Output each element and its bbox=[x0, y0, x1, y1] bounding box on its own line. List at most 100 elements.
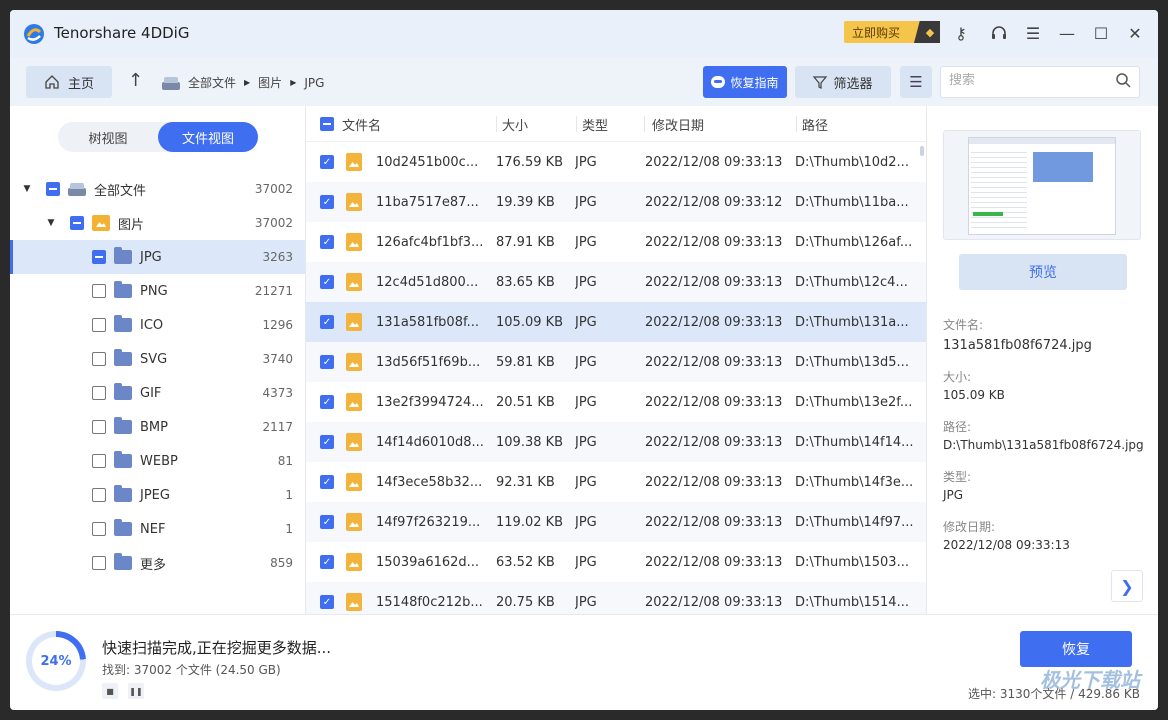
sidebar-item-more[interactable]: 更多 859 bbox=[10, 546, 305, 580]
table-row[interactable]: ✓ 15039a6162d... 63.52 KB JPG 2022/12/08 09:… bbox=[306, 542, 926, 582]
row-checkbox[interactable]: ✓ bbox=[320, 355, 334, 369]
next-file-button[interactable]: ❯ bbox=[1111, 570, 1143, 602]
checkbox[interactable] bbox=[92, 284, 106, 298]
table-row[interactable]: ✓ 13e2f3994724... 20.51 KB JPG 2022/12/08 09… bbox=[306, 382, 926, 422]
view-toggle: 树视图 文件视图 bbox=[58, 122, 258, 152]
sidebar-item-png[interactable]: PNG 21271 bbox=[10, 274, 305, 308]
column-header-size[interactable]: 大小 bbox=[502, 106, 528, 142]
checkbox[interactable] bbox=[92, 386, 106, 400]
row-checkbox[interactable]: ✓ bbox=[320, 395, 334, 409]
table-row[interactable]: ✓ 14f97f263219... 119.02 KB JPG 2022/12/08 0… bbox=[306, 502, 926, 542]
up-arrow-icon[interactable]: ↑ bbox=[128, 70, 143, 91]
row-checkbox[interactable]: ✓ bbox=[320, 155, 334, 169]
file-size-cell: 83.65 KB bbox=[496, 274, 555, 290]
table-row[interactable]: ✓ 12c4d51d800... 83.65 KB JPG 2022/12/08 09:… bbox=[306, 262, 926, 302]
key-icon[interactable]: ⚷ bbox=[950, 22, 972, 44]
column-divider[interactable] bbox=[644, 116, 645, 132]
filter-button[interactable]: 筛选器 bbox=[795, 66, 891, 98]
breadcrumb-item[interactable]: JPG bbox=[304, 76, 324, 90]
file-name-cell: 13e2f3994724... bbox=[376, 394, 484, 410]
breadcrumb-item[interactable]: 全部文件 bbox=[188, 74, 236, 91]
table-row[interactable]: ✓ 131a581fb08f... 105.09 KB JPG 2022/12/08 0… bbox=[306, 302, 926, 342]
home-button[interactable]: 主页 bbox=[26, 66, 112, 98]
column-divider[interactable] bbox=[796, 116, 797, 132]
column-divider[interactable] bbox=[496, 116, 497, 132]
app-window: Tenorshare 4DDiG 立即购买 ◆ ⚷ ☰ — ☐ ✕ 主页 ↑ 全… bbox=[10, 10, 1158, 710]
column-header-date[interactable]: 修改日期 bbox=[652, 106, 704, 142]
expand-caret-icon[interactable]: ▼ bbox=[46, 218, 56, 228]
sidebar-item-count: 1 bbox=[285, 488, 293, 502]
table-row[interactable]: ✓ 126afc4bf1bf3... 87.91 KB JPG 2022/12/08 0… bbox=[306, 222, 926, 262]
close-icon[interactable]: ✕ bbox=[1124, 22, 1146, 44]
image-file-icon bbox=[346, 473, 362, 491]
breadcrumb-item[interactable]: 图片 bbox=[258, 74, 282, 91]
sidebar-item-all-files[interactable]: ▼ 全部文件 37002 bbox=[10, 172, 305, 206]
row-checkbox[interactable]: ✓ bbox=[320, 475, 334, 489]
row-checkbox[interactable]: ✓ bbox=[320, 555, 334, 569]
row-checkbox[interactable]: ✓ bbox=[320, 515, 334, 529]
sidebar-item-label: ICO bbox=[140, 317, 164, 333]
sidebar-item-jpg[interactable]: JPG 3263 bbox=[10, 240, 305, 274]
table-row[interactable]: ✓ 14f14d6010d8... 109.38 KB JPG 2022/12/08 0… bbox=[306, 422, 926, 462]
sidebar-item-bmp[interactable]: BMP 2117 bbox=[10, 410, 305, 444]
table-row[interactable]: ✓ 14f3ece58b32... 92.31 KB JPG 2022/12/08 09… bbox=[306, 462, 926, 502]
sidebar-item-images[interactable]: ▼ 图片 37002 bbox=[10, 206, 305, 240]
row-checkbox[interactable]: ✓ bbox=[320, 315, 334, 329]
file-path-cell: D:\Thumb\13e2f... bbox=[795, 394, 913, 410]
checkbox[interactable] bbox=[92, 318, 106, 332]
drive-icon bbox=[162, 76, 180, 90]
checkbox[interactable] bbox=[92, 454, 106, 468]
stop-icon[interactable]: ■ bbox=[102, 683, 118, 699]
file-size-cell: 92.31 KB bbox=[496, 474, 555, 490]
table-row[interactable]: ✓ 10d2451b00c... 176.59 KB JPG 2022/12/08 09… bbox=[306, 142, 926, 182]
tab-file-view[interactable]: 文件视图 bbox=[158, 122, 258, 152]
checkbox[interactable] bbox=[92, 488, 106, 502]
pause-icon[interactable]: ❚❚ bbox=[128, 683, 144, 699]
sidebar-item-webp[interactable]: WEBP 81 bbox=[10, 444, 305, 478]
checkbox[interactable] bbox=[92, 352, 106, 366]
sidebar-item-svg[interactable]: SVG 3740 bbox=[10, 342, 305, 376]
checkbox[interactable] bbox=[70, 216, 84, 230]
row-checkbox[interactable]: ✓ bbox=[320, 595, 334, 609]
checkbox[interactable] bbox=[92, 420, 106, 434]
column-header-name[interactable]: 文件名 bbox=[342, 106, 381, 142]
preview-button[interactable]: 预览 bbox=[959, 254, 1127, 290]
column-divider[interactable] bbox=[576, 116, 577, 132]
menu-icon[interactable]: ☰ bbox=[1022, 22, 1044, 44]
checkbox[interactable] bbox=[92, 250, 106, 264]
maximize-icon[interactable]: ☐ bbox=[1090, 22, 1112, 44]
scan-progress-ring: 24% bbox=[26, 631, 86, 691]
checkbox[interactable] bbox=[92, 556, 106, 570]
row-checkbox[interactable]: ✓ bbox=[320, 235, 334, 249]
column-header-path[interactable]: 路径 bbox=[802, 106, 828, 142]
sidebar-item-nef[interactable]: NEF 1 bbox=[10, 512, 305, 546]
row-checkbox[interactable]: ✓ bbox=[320, 435, 334, 449]
minimize-icon[interactable]: — bbox=[1056, 22, 1078, 44]
checkbox[interactable] bbox=[92, 522, 106, 536]
row-checkbox[interactable]: ✓ bbox=[320, 195, 334, 209]
select-all-checkbox[interactable] bbox=[320, 106, 334, 142]
table-row[interactable]: ✓ 13d56f51f69b... 59.81 KB JPG 2022/12/08 09… bbox=[306, 342, 926, 382]
search-input[interactable] bbox=[949, 73, 1109, 88]
row-checkbox[interactable]: ✓ bbox=[320, 275, 334, 289]
scrollbar[interactable] bbox=[920, 146, 924, 156]
file-type-cell: JPG bbox=[575, 594, 597, 610]
sidebar-item-jpeg[interactable]: JPEG 1 bbox=[10, 478, 305, 512]
checkbox[interactable] bbox=[46, 182, 60, 196]
column-header-type[interactable]: 类型 bbox=[582, 106, 608, 142]
file-date-cell: 2022/12/08 09:33:13 bbox=[645, 354, 783, 370]
list-view-button[interactable]: ☰ bbox=[900, 66, 932, 98]
buy-button[interactable]: 立即购买 ◆ bbox=[844, 21, 940, 43]
headset-icon[interactable] bbox=[988, 22, 1010, 44]
sidebar-item-gif[interactable]: GIF 4373 bbox=[10, 376, 305, 410]
search-icon[interactable] bbox=[1115, 72, 1131, 92]
recovery-guide-button[interactable]: 恢复指南 bbox=[703, 66, 787, 98]
expand-caret-icon[interactable]: ▼ bbox=[22, 184, 32, 194]
buy-button-label: 立即购买 bbox=[852, 25, 901, 40]
sidebar-item-ico[interactable]: ICO 1296 bbox=[10, 308, 305, 342]
recover-button[interactable]: 恢复 bbox=[1020, 631, 1132, 667]
sidebar-item-label: WEBP bbox=[140, 453, 178, 469]
table-row[interactable]: ✓ 11ba7517e87... 19.39 KB JPG 2022/12/08 09:… bbox=[306, 182, 926, 222]
tab-tree-view[interactable]: 树视图 bbox=[58, 122, 158, 152]
table-row[interactable]: ✓ 15148f0c212b... 20.75 KB JPG 2022/12/08 09… bbox=[306, 582, 926, 614]
